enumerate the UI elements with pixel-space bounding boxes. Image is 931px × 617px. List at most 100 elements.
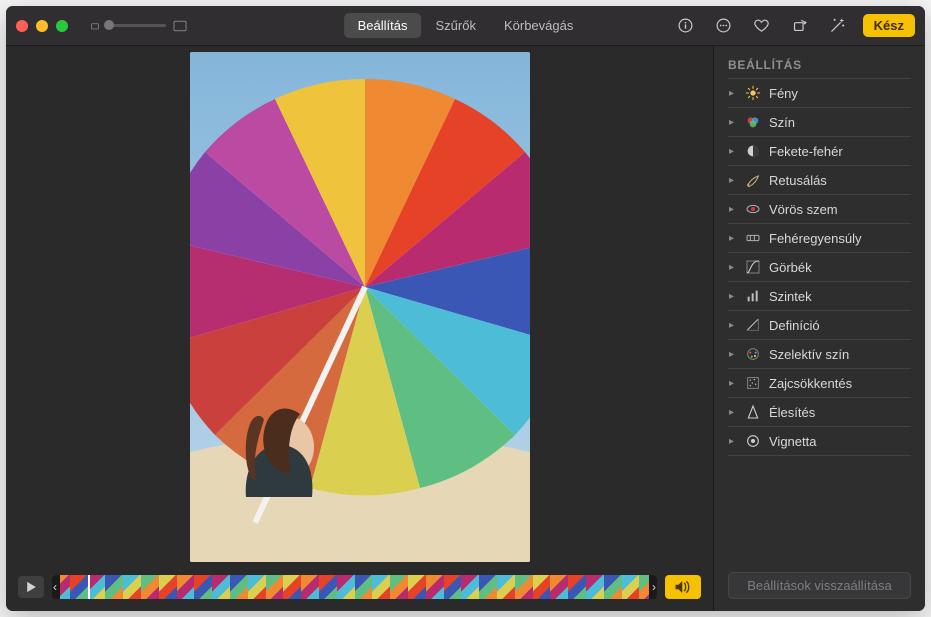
reset-adjustments-button[interactable]: Beállítások visszaállítása [728, 572, 911, 599]
favorite-button[interactable] [745, 13, 779, 39]
filmstrip-thumb[interactable] [604, 575, 622, 599]
canvas-area: ‹ › [6, 46, 713, 611]
wand-icon [829, 17, 846, 34]
adjustment-label: Élesítés [769, 405, 815, 420]
filmstrip-thumb[interactable] [355, 575, 373, 599]
filmstrip-thumb[interactable] [212, 575, 230, 599]
filmstrip-thumb[interactable] [194, 575, 212, 599]
fullscreen-window-button[interactable] [56, 20, 68, 32]
filmstrip-thumb[interactable] [533, 575, 551, 599]
filmstrip-thumb[interactable] [497, 575, 515, 599]
info-button[interactable] [669, 13, 703, 39]
rotate-button[interactable] [783, 13, 817, 39]
redeye-icon [745, 201, 761, 217]
more-button[interactable] [707, 13, 741, 39]
trim-handle-right[interactable]: › [649, 575, 657, 599]
chevron-right-icon: ▸ [729, 262, 737, 273]
chevron-right-icon: ▸ [729, 320, 737, 331]
filmstrip-thumb[interactable] [230, 575, 248, 599]
adjustment-retouch[interactable]: ▸Retusálás [728, 166, 911, 195]
adjustment-whitebalance[interactable]: ▸Fehéregyensúly [728, 224, 911, 253]
play-button[interactable] [18, 576, 44, 598]
filmstrip-thumb[interactable] [301, 575, 319, 599]
tab-crop[interactable]: Körbevágás [490, 13, 587, 38]
filmstrip-thumb[interactable] [70, 575, 88, 599]
close-window-button[interactable] [16, 20, 28, 32]
adjustment-label: Fekete-fehér [769, 144, 843, 159]
info-icon [677, 17, 694, 34]
play-icon [26, 581, 37, 593]
toolbar-right: Kész [669, 13, 915, 39]
toolbar: Beállítás Szűrők Körbevágás Kész [6, 6, 925, 46]
levels-icon [745, 288, 761, 304]
done-button[interactable]: Kész [863, 14, 915, 37]
filmstrip-thumb[interactable] [568, 575, 586, 599]
filmstrip-thumb[interactable] [283, 575, 301, 599]
adjustment-label: Fehéregyensúly [769, 231, 862, 246]
adjustment-label: Fény [769, 86, 798, 101]
adjustment-sharpen[interactable]: ▸Élesítés [728, 398, 911, 427]
chevron-right-icon: ▸ [729, 88, 737, 99]
filmstrip-thumb[interactable] [337, 575, 355, 599]
chevron-right-icon: ▸ [729, 117, 737, 128]
filmstrip-thumb[interactable] [426, 575, 444, 599]
tab-filters[interactable]: Szűrők [422, 13, 490, 38]
adjustment-definition[interactable]: ▸Definíció [728, 311, 911, 340]
adjustment-label: Zajcsökkentés [769, 376, 852, 391]
filmstrip-thumb[interactable] [123, 575, 141, 599]
curves-icon [745, 259, 761, 275]
filmstrip-thumb[interactable] [159, 575, 177, 599]
adjustment-bw[interactable]: ▸Fekete-fehér [728, 137, 911, 166]
adjustment-selcolor[interactable]: ▸Szelektív szín [728, 340, 911, 369]
adjustment-light[interactable]: ▸ Fény [728, 79, 911, 108]
chevron-right-icon: ▸ [729, 436, 737, 447]
edit-mode-tabs: Beállítás Szűrők Körbevágás [344, 13, 588, 38]
filmstrip-thumb[interactable] [408, 575, 426, 599]
speaker-icon [674, 580, 692, 594]
minimize-window-button[interactable] [36, 20, 48, 32]
selcolor-icon [745, 346, 761, 362]
adjustment-label: Vignetta [769, 434, 816, 449]
filmstrip-thumb[interactable] [515, 575, 533, 599]
ellipsis-circle-icon [715, 17, 732, 34]
filmstrip-thumb[interactable] [550, 575, 568, 599]
filmstrip-thumb[interactable] [444, 575, 462, 599]
image-preview[interactable] [6, 46, 713, 567]
filmstrip-thumb[interactable] [266, 575, 284, 599]
filmstrip-thumb[interactable] [372, 575, 390, 599]
filmstrip-thumb[interactable] [622, 575, 640, 599]
zoom-slider[interactable] [88, 18, 188, 34]
adjustment-vignette[interactable]: ▸ Vignetta [728, 427, 911, 456]
sharpen-icon [745, 404, 761, 420]
tab-adjust[interactable]: Beállítás [344, 13, 422, 38]
auto-enhance-button[interactable] [821, 13, 855, 39]
adjustment-color[interactable]: ▸ Szín [728, 108, 911, 137]
audio-toggle[interactable] [665, 575, 701, 599]
photos-edit-window: Beállítás Szűrők Körbevágás Kész [6, 6, 925, 611]
rotate-icon [791, 17, 808, 34]
adjustment-noise[interactable]: ▸ Zajcsökkentés [728, 369, 911, 398]
filmstrip-thumb[interactable] [141, 575, 159, 599]
filmstrip-thumb[interactable] [105, 575, 123, 599]
filmstrip-thumb[interactable] [319, 575, 337, 599]
trim-handle-left[interactable]: ‹ [52, 575, 60, 599]
light-icon [745, 85, 761, 101]
adjustment-levels[interactable]: ▸Szintek [728, 282, 911, 311]
filmstrip[interactable]: ‹ › [52, 575, 657, 599]
adjustment-label: Retusálás [769, 173, 827, 188]
chevron-right-icon: ▸ [729, 378, 737, 389]
adjustment-redeye[interactable]: ▸Vörös szem [728, 195, 911, 224]
filmstrip-thumb[interactable] [479, 575, 497, 599]
filmstrip-thumb[interactable] [177, 575, 195, 599]
retouch-icon [745, 172, 761, 188]
filmstrip-thumb[interactable] [248, 575, 266, 599]
filmstrip-thumb[interactable] [88, 575, 106, 599]
playhead[interactable] [88, 575, 90, 599]
adjustment-label: Szín [769, 115, 795, 130]
filmstrip-thumb[interactable] [586, 575, 604, 599]
adjustment-curves[interactable]: ▸Görbék [728, 253, 911, 282]
whitebalance-icon [745, 230, 761, 246]
filmstrip-thumb[interactable] [390, 575, 408, 599]
filmstrip-thumb[interactable] [461, 575, 479, 599]
chevron-right-icon: ▸ [729, 291, 737, 302]
